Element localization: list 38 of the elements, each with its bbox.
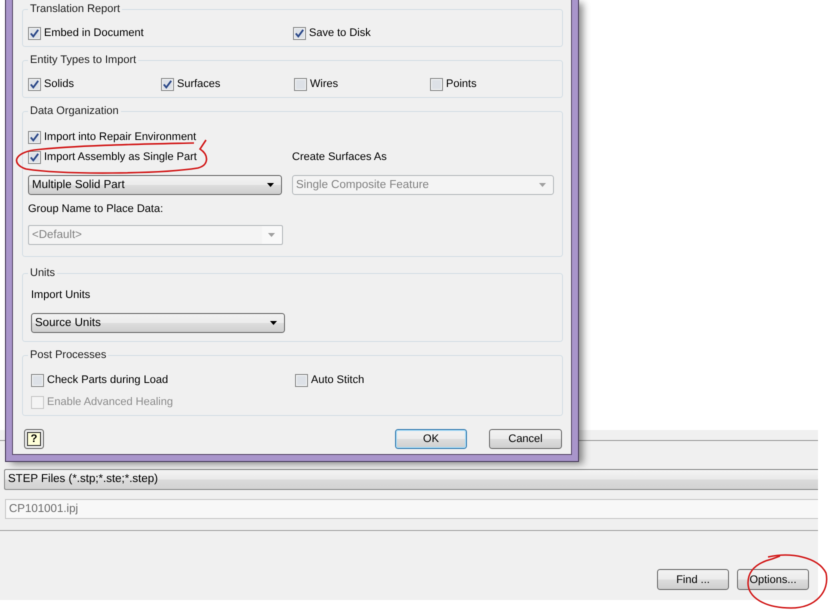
caret-icon xyxy=(267,183,274,187)
checkbox-label[interactable]: Embed in Document xyxy=(44,26,144,40)
checkbox[interactable] xyxy=(294,78,307,90)
caret-icon xyxy=(270,321,277,325)
window-button[interactable]: Find ... xyxy=(657,569,729,590)
field-label: Create Surfaces As xyxy=(292,150,388,165)
group-title: Entity Types to Import xyxy=(28,53,138,68)
checkbox[interactable] xyxy=(28,78,41,90)
checkbox-label[interactable]: Surfaces xyxy=(177,76,220,92)
checkbox[interactable] xyxy=(293,26,306,40)
checkbox-label[interactable]: Points xyxy=(446,76,477,92)
checkbox-label[interactable]: Wires xyxy=(310,76,338,92)
dialog-button[interactable]: Cancel xyxy=(489,429,562,449)
checkbox[interactable] xyxy=(28,150,41,164)
checkbox[interactable] xyxy=(28,130,41,144)
checkbox-label[interactable]: Check Parts during Load xyxy=(47,372,168,388)
checkbox[interactable] xyxy=(161,78,174,90)
help-button[interactable]: ? xyxy=(24,429,44,449)
dialog-button[interactable]: OK xyxy=(395,429,467,449)
checkbox[interactable] xyxy=(430,78,443,90)
checkbox[interactable] xyxy=(31,374,44,386)
file-type-dropdown[interactable]: STEP Files (*.stp;*.ste;*.step) xyxy=(4,469,818,490)
part-type-dropdown[interactable]: Multiple Solid Part xyxy=(28,175,282,195)
group-title: Translation Report xyxy=(28,2,122,17)
checkbox[interactable] xyxy=(28,26,41,40)
checkbox[interactable] xyxy=(295,374,308,386)
group-title: Data Organization xyxy=(28,104,121,119)
checkbox-label[interactable]: Import into Repair Environment xyxy=(44,130,196,144)
window-button[interactable]: Options... xyxy=(737,569,809,590)
checkbox-label[interactable]: Solids xyxy=(44,76,74,92)
checkbox-label[interactable]: Save to Disk xyxy=(309,26,371,40)
field-label: Group Name to Place Data: xyxy=(28,202,164,217)
field-label: Import Units xyxy=(31,288,92,303)
caret-icon xyxy=(268,233,275,237)
checkbox-label[interactable]: Import Assembly as Single Part xyxy=(44,150,197,164)
units-dropdown[interactable]: Source Units xyxy=(31,313,285,333)
caret-icon xyxy=(539,183,546,187)
checkbox-label[interactable]: Auto Stitch xyxy=(311,372,364,388)
